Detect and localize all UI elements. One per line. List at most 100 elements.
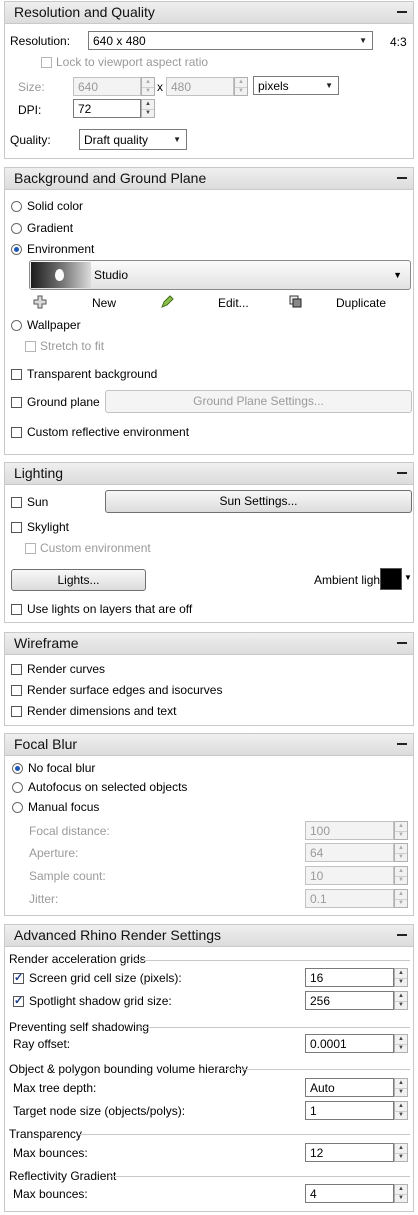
- quality-label: Quality:: [10, 133, 51, 147]
- panel-title: Background and Ground Plane: [14, 170, 207, 186]
- height-input[interactable]: 480: [166, 77, 234, 96]
- background-panel-header[interactable]: Background and Ground Plane: [5, 168, 413, 190]
- transparency-bounces-input[interactable]: 12: [305, 1143, 394, 1162]
- duplicate-environment-button[interactable]: Duplicate: [285, 292, 411, 314]
- render-dimensions-label: Render dimensions and text: [27, 704, 177, 718]
- stretch-checkbox[interactable]: [25, 341, 36, 352]
- sun-settings-button[interactable]: Sun Settings...: [105, 490, 412, 513]
- lock-aspect-checkbox[interactable]: [41, 57, 52, 68]
- edit-environment-button[interactable]: Edit...: [157, 292, 285, 314]
- ambient-color-picker[interactable]: ▼: [380, 568, 412, 592]
- new-environment-button[interactable]: New: [30, 292, 157, 314]
- collapse-icon[interactable]: [397, 934, 407, 936]
- transparent-background-checkbox[interactable]: [11, 369, 22, 380]
- spotlight-grid-label: Spotlight shadow grid size:: [29, 994, 172, 1008]
- jitter-spinner[interactable]: ▲ ▼: [394, 889, 408, 908]
- focal-blur-panel-header[interactable]: Focal Blur: [5, 734, 413, 756]
- group-divider: [80, 1134, 410, 1135]
- reflectivity-bounces-spinner[interactable]: ▲ ▼: [394, 1184, 408, 1203]
- use-lights-off-checkbox[interactable]: [11, 604, 22, 615]
- collapse-icon[interactable]: [397, 472, 407, 474]
- sample-count-input[interactable]: 10: [305, 866, 394, 885]
- max-tree-depth-input[interactable]: Auto: [305, 1078, 394, 1097]
- target-node-size-label: Target node size (objects/polys):: [13, 1104, 186, 1118]
- spotlight-grid-spinner[interactable]: ▲ ▼: [394, 991, 408, 1010]
- transparency-bounces-spinner[interactable]: ▲ ▼: [394, 1143, 408, 1162]
- ground-plane-settings-button[interactable]: Ground Plane Settings...: [105, 390, 412, 413]
- autofocus-radio[interactable]: [12, 782, 23, 793]
- no-focal-blur-radio[interactable]: [12, 763, 23, 774]
- wallpaper-radio[interactable]: [11, 320, 22, 331]
- duplicate-label: Duplicate: [336, 296, 387, 310]
- ambient-light-label: Ambient light:: [314, 573, 387, 587]
- render-edges-label: Render surface edges and isocurves: [27, 683, 223, 697]
- spotlight-grid-checkbox[interactable]: [13, 994, 24, 1007]
- chevron-down-icon: ▼: [325, 81, 333, 90]
- width-spinner[interactable]: ▲ ▼: [141, 77, 155, 96]
- spotlight-grid-input[interactable]: 256: [305, 991, 394, 1010]
- ground-plane-label: Ground plane: [27, 395, 100, 409]
- environment-radio[interactable]: [11, 244, 22, 255]
- sample-count-spinner[interactable]: ▲ ▼: [394, 866, 408, 885]
- environment-dropdown[interactable]: Studio ▼: [29, 260, 411, 290]
- collapse-icon[interactable]: [397, 642, 407, 644]
- units-select[interactable]: pixels ▼: [253, 76, 339, 95]
- manual-focus-label: Manual focus: [28, 800, 100, 814]
- render-curves-label: Render curves: [27, 662, 106, 676]
- reflectivity-bounces-input[interactable]: 4: [305, 1184, 394, 1203]
- wireframe-panel-header[interactable]: Wireframe: [5, 633, 413, 655]
- collapse-icon[interactable]: [397, 177, 407, 179]
- jitter-input[interactable]: 0.1: [305, 889, 394, 908]
- focal-distance-spinner[interactable]: ▲ ▼: [394, 821, 408, 840]
- panel-title: Advanced Rhino Render Settings: [14, 927, 222, 943]
- gradient-radio[interactable]: [11, 223, 22, 234]
- screen-grid-spinner[interactable]: ▲ ▼: [394, 968, 408, 987]
- environment-label: Environment: [27, 242, 95, 256]
- aperture-input[interactable]: 64: [305, 843, 394, 862]
- no-focal-blur-label: No focal blur: [28, 761, 96, 775]
- transparent-background-label: Transparent background: [27, 367, 158, 381]
- sun-label: Sun: [27, 495, 49, 509]
- dpi-spinner[interactable]: ▲ ▼: [141, 99, 155, 118]
- acceleration-grids-header: Render acceleration grids: [9, 952, 146, 966]
- quality-select[interactable]: Draft quality ▼: [79, 129, 187, 150]
- screen-grid-input[interactable]: 16: [305, 968, 394, 987]
- sun-checkbox[interactable]: [11, 497, 22, 508]
- resolution-panel-header[interactable]: Resolution and Quality: [5, 2, 413, 24]
- screen-grid-checkbox[interactable]: [13, 971, 24, 984]
- width-input[interactable]: 640: [73, 77, 141, 96]
- render-curves-checkbox[interactable]: [11, 664, 22, 675]
- manual-focus-radio[interactable]: [12, 802, 23, 813]
- advanced-render-panel-header[interactable]: Advanced Rhino Render Settings: [5, 925, 413, 947]
- render-edges-checkbox[interactable]: [11, 685, 22, 696]
- lights-button[interactable]: Lights...: [11, 569, 146, 591]
- height-spinner[interactable]: ▲ ▼: [234, 77, 248, 96]
- target-node-size-spinner[interactable]: ▲ ▼: [394, 1101, 408, 1120]
- panel-title: Lighting: [14, 465, 64, 481]
- stretch-label: Stretch to fit: [40, 339, 105, 353]
- ray-offset-value: 0.0001: [310, 1037, 347, 1051]
- focal-distance-input[interactable]: 100: [305, 821, 394, 840]
- ray-offset-input[interactable]: 0.0001: [305, 1034, 394, 1053]
- lighting-panel-header[interactable]: Lighting: [5, 463, 413, 485]
- sample-count-label: Sample count:: [29, 869, 106, 883]
- custom-environment-checkbox[interactable]: [25, 543, 36, 554]
- collapse-icon[interactable]: [397, 743, 407, 745]
- chevron-down-icon: ▼: [173, 135, 181, 144]
- panel-title: Resolution and Quality: [14, 4, 155, 20]
- ray-offset-spinner[interactable]: ▲ ▼: [394, 1034, 408, 1053]
- bvh-header: Object & polygon bounding volume hierarc…: [9, 1062, 248, 1076]
- skylight-checkbox[interactable]: [11, 522, 22, 533]
- target-node-size-input[interactable]: 1: [305, 1101, 394, 1120]
- resolution-select[interactable]: 640 x 480 ▼: [88, 31, 373, 50]
- solid-color-radio[interactable]: [11, 201, 22, 212]
- sample-count-value: 10: [310, 869, 324, 883]
- max-tree-depth-spinner[interactable]: ▲ ▼: [394, 1078, 408, 1097]
- collapse-icon[interactable]: [397, 11, 407, 13]
- custom-reflective-checkbox[interactable]: [11, 427, 22, 438]
- render-dimensions-checkbox[interactable]: [11, 706, 22, 717]
- ground-plane-checkbox[interactable]: [11, 397, 22, 408]
- aperture-spinner[interactable]: ▲ ▼: [394, 843, 408, 862]
- height-value: 480: [171, 80, 192, 94]
- dpi-input[interactable]: 72: [73, 99, 141, 118]
